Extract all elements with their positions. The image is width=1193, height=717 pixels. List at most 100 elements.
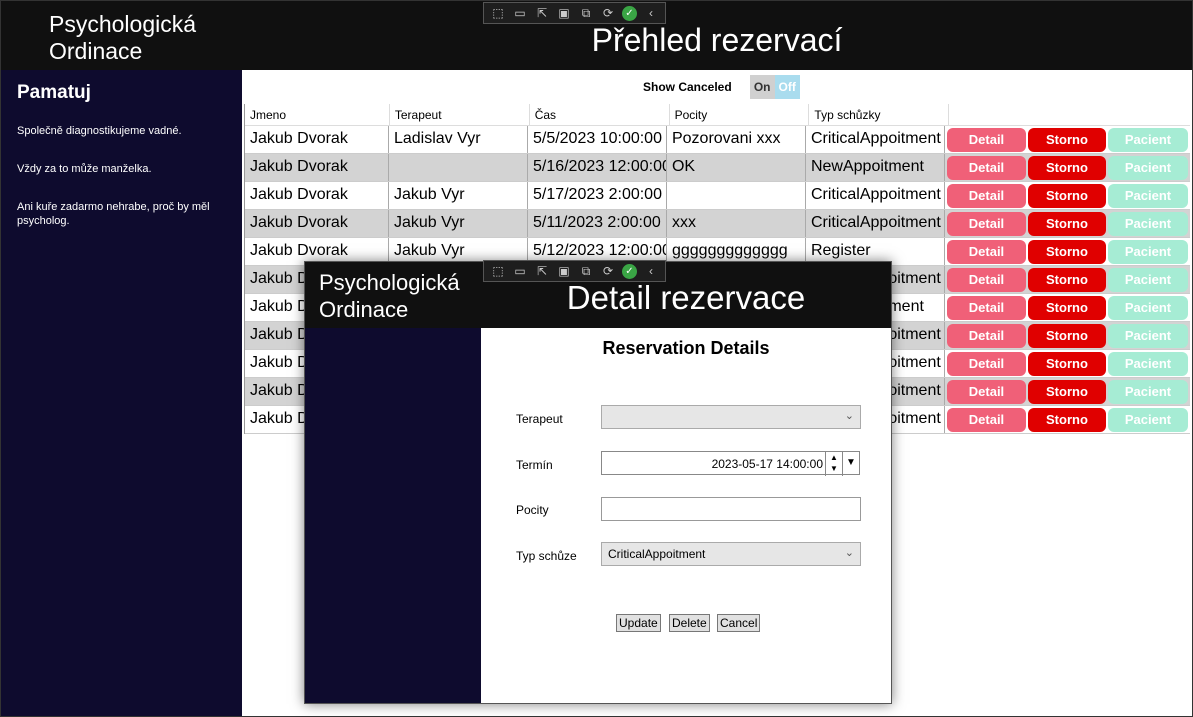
detail-dialog: Psychologická Ordinace Detail rezervace …: [304, 261, 892, 704]
storno-button[interactable]: Storno: [1027, 408, 1106, 432]
detail-button[interactable]: Detail: [946, 268, 1026, 292]
row-actions: Detail Storno Pacient: [945, 126, 1190, 153]
col-cas[interactable]: Čas: [530, 104, 670, 125]
pacient-button[interactable]: Pacient: [1107, 324, 1188, 348]
collapse-icon[interactable]: ‹: [643, 264, 659, 278]
detail-button[interactable]: Detail: [946, 184, 1026, 208]
cell-typ: CriticalAppoitment: [806, 126, 945, 153]
detail-button[interactable]: Detail: [946, 324, 1026, 348]
pacient-button[interactable]: Pacient: [1107, 128, 1188, 152]
collapse-icon[interactable]: ‹: [643, 6, 659, 20]
table-row[interactable]: Jakub Dvorak Jakub Vyr 5/11/2023 2:00:00 xx…: [245, 210, 1190, 238]
col-terapeut[interactable]: Terapeut: [390, 104, 530, 125]
cell-typ: CriticalAppoitment: [806, 210, 945, 237]
cell-pocity: Pozorovani xxx: [667, 126, 806, 153]
typ-combobox[interactable]: CriticalAppoitment ⌄: [601, 542, 861, 566]
pacient-button[interactable]: Pacient: [1107, 296, 1188, 320]
ok-icon[interactable]: ✓: [622, 5, 637, 21]
cell-jmeno: Jakub Dvorak: [245, 182, 389, 209]
cell-terapeut: Ladislav Vyr: [389, 126, 528, 153]
layout-adorner-icon[interactable]: ▣: [556, 264, 572, 278]
pointer-icon[interactable]: ⇱: [534, 264, 550, 278]
typ-value: CriticalAppoitment: [608, 547, 706, 561]
detail-button[interactable]: Detail: [946, 240, 1026, 264]
select-element-icon[interactable]: ⬚: [490, 6, 506, 20]
storno-button[interactable]: Storno: [1027, 268, 1106, 292]
detail-button[interactable]: Detail: [946, 408, 1026, 432]
app-name-line2: Ordinace: [49, 38, 143, 64]
chevron-down-icon: ⌄: [844, 547, 854, 559]
pacient-button[interactable]: Pacient: [1107, 212, 1188, 236]
termin-datetime-picker[interactable]: 2023-05-17 14:00:00 ▲ ▼ ▼: [601, 451, 860, 476]
storno-button[interactable]: Storno: [1027, 128, 1106, 152]
storno-button[interactable]: Storno: [1027, 156, 1106, 180]
grid-header: Jmeno Terapeut Čas Pocity Typ schůzky: [245, 104, 1190, 126]
row-actions: Detail Storno Pacient: [945, 210, 1190, 237]
col-actions: [949, 104, 1190, 125]
cell-cas: 5/16/2023 12:00:00: [528, 154, 667, 181]
storno-button[interactable]: Storno: [1027, 380, 1106, 404]
row-actions: Detail Storno Pacient: [945, 406, 1190, 433]
track-focus-icon[interactable]: ⧉: [578, 6, 594, 21]
pocity-label: Pocity: [516, 503, 549, 517]
row-actions: Detail Storno Pacient: [945, 350, 1190, 377]
cell-terapeut: [389, 154, 528, 181]
storno-button[interactable]: Storno: [1027, 352, 1106, 376]
storno-button[interactable]: Storno: [1027, 324, 1106, 348]
dialog-sidebar: [305, 328, 481, 703]
table-row[interactable]: Jakub Dvorak 5/16/2023 12:00:00 OK NewAppoi…: [245, 154, 1190, 182]
delete-button[interactable]: Delete: [669, 614, 710, 632]
termin-value: 2023-05-17 14:00:00: [711, 457, 823, 471]
layout-adorner-icon[interactable]: ▣: [556, 6, 572, 20]
toggle-on[interactable]: On: [749, 75, 775, 99]
pacient-button[interactable]: Pacient: [1107, 352, 1188, 376]
storno-button[interactable]: Storno: [1027, 212, 1106, 236]
storno-button[interactable]: Storno: [1027, 296, 1106, 320]
detail-button[interactable]: Detail: [946, 156, 1026, 180]
detail-button[interactable]: Detail: [946, 128, 1026, 152]
col-jmeno[interactable]: Jmeno: [245, 104, 390, 125]
ok-icon[interactable]: ✓: [622, 263, 637, 279]
pacient-button[interactable]: Pacient: [1107, 156, 1188, 180]
cell-cas: 5/11/2023 2:00:00: [528, 210, 667, 237]
hot-reload-icon[interactable]: ⟳: [600, 6, 616, 20]
update-button[interactable]: Update: [616, 614, 661, 632]
cancel-button[interactable]: Cancel: [717, 614, 761, 632]
pacient-button[interactable]: Pacient: [1107, 184, 1188, 208]
cell-typ: NewAppoitment: [806, 154, 945, 181]
pointer-icon[interactable]: ⇱: [534, 6, 550, 20]
typ-label: Typ schůze: [516, 549, 577, 563]
storno-button[interactable]: Storno: [1027, 240, 1106, 264]
pacient-button[interactable]: Pacient: [1107, 408, 1188, 432]
table-row[interactable]: Jakub Dvorak Ladislav Vyr 5/5/2023 10:00:0…: [245, 126, 1190, 154]
pocity-input[interactable]: [601, 497, 861, 521]
show-canceled-label: Show Canceled: [643, 80, 732, 94]
show-canceled-toggle[interactable]: On Off: [749, 75, 800, 99]
track-focus-icon[interactable]: ⧉: [578, 264, 594, 279]
detail-button[interactable]: Detail: [946, 296, 1026, 320]
col-typ[interactable]: Typ schůzky: [809, 104, 950, 125]
sidebar-note: Společně diagnostikujeme vadné.: [17, 125, 182, 137]
detail-button[interactable]: Detail: [946, 352, 1026, 376]
select-element-icon[interactable]: ⬚: [490, 264, 506, 278]
video-icon[interactable]: ▭: [512, 264, 528, 278]
dialog-debug-toolbar: ⬚ ▭ ⇱ ▣ ⧉ ⟳ ✓ ‹: [483, 260, 666, 282]
table-row[interactable]: Jakub Dvorak Jakub Vyr 5/17/2023 2:00:00 Cr…: [245, 182, 1190, 210]
dropdown-arrow-icon[interactable]: ▼: [842, 452, 859, 476]
hot-reload-icon[interactable]: ⟳: [600, 264, 616, 278]
sidebar: Pamatuj Společně diagnostikujeme vadné. …: [1, 70, 242, 716]
detail-button[interactable]: Detail: [946, 380, 1026, 404]
app-name-line1: Psychologická: [49, 11, 197, 37]
storno-button[interactable]: Storno: [1027, 184, 1106, 208]
pacient-button[interactable]: Pacient: [1107, 268, 1188, 292]
form-title: Reservation Details: [602, 338, 770, 358]
row-actions: Detail Storno Pacient: [945, 378, 1190, 405]
terapeut-combobox[interactable]: ⌄: [601, 405, 861, 429]
spinner-icon[interactable]: ▲ ▼: [825, 452, 842, 476]
col-pocity[interactable]: Pocity: [670, 104, 810, 125]
pacient-button[interactable]: Pacient: [1107, 240, 1188, 264]
detail-button[interactable]: Detail: [946, 212, 1026, 236]
toggle-off[interactable]: Off: [774, 75, 800, 99]
video-icon[interactable]: ▭: [512, 6, 528, 20]
pacient-button[interactable]: Pacient: [1107, 380, 1188, 404]
